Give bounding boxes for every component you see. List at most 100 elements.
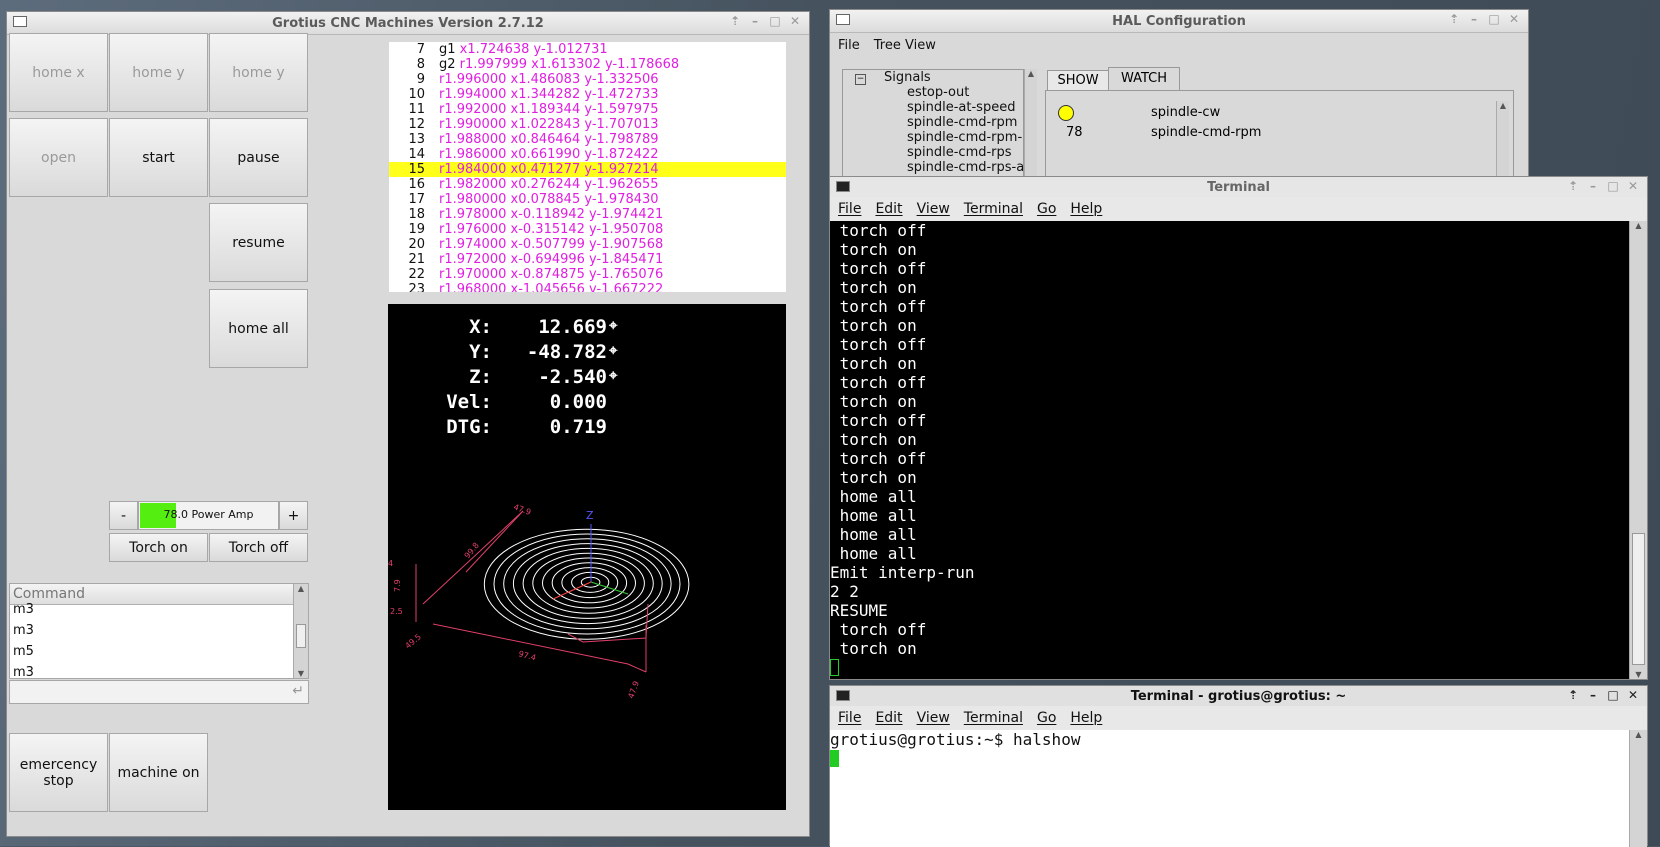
torch-off-button[interactable]: Torch off	[209, 533, 308, 562]
menu-terminal[interactable]: Terminal	[964, 201, 1023, 217]
signal-item[interactable]: spindle-cmd-rpm-abs	[907, 130, 1023, 145]
scroll-up-icon[interactable]: ▲	[1497, 101, 1509, 110]
tree-root[interactable]: − Signals	[843, 70, 1023, 85]
gcode-listing[interactable]: 7 g1 x1.724638 y-1.012731 8 g2 r1.997999 x1…	[389, 42, 786, 292]
hal-tree-scrollbar[interactable]: ▲	[1024, 69, 1037, 181]
menu-edit[interactable]: Edit	[875, 710, 902, 726]
hal-tab-show[interactable]: SHOW	[1047, 70, 1109, 91]
collapse-icon[interactable]: −	[855, 74, 866, 85]
home-x-button[interactable]: home x	[9, 33, 108, 112]
gcode-line[interactable]: 20 r1.974000 x-0.507799 y-1.907568	[389, 237, 786, 252]
gcode-line[interactable]: 8 g2 r1.997999 x1.613302 y-1.178668	[389, 57, 786, 72]
close-icon[interactable]: ✕	[1625, 688, 1641, 702]
menu-go[interactable]: Go	[1037, 201, 1056, 217]
terminal-2-scrollbar[interactable]: ▲	[1629, 730, 1647, 847]
keep-above-icon[interactable]: ⇡	[1565, 179, 1581, 193]
cnc-titlebar[interactable]: Grotius CNC Machines Version 2.7.12 ⇡ – …	[7, 12, 809, 35]
terminal-titlebar[interactable]: Terminal ⇡ – □ ✕	[830, 177, 1647, 197]
list-item[interactable]: m3	[13, 620, 293, 641]
list-item[interactable]: m3	[13, 599, 293, 620]
scroll-up-icon[interactable]: ▲	[1025, 69, 1037, 78]
menu-terminal[interactable]: Terminal	[964, 710, 1023, 726]
scroll-up-icon[interactable]: ▲	[294, 584, 308, 593]
window-menu-icon[interactable]	[13, 16, 27, 27]
emergency-stop-button[interactable]: emercency stop	[9, 733, 108, 812]
close-icon[interactable]: ✕	[1506, 12, 1522, 26]
signal-item[interactable]: spindle-cmd-rpm	[907, 115, 1023, 130]
gcode-line[interactable]: 17 r1.980000 x0.078845 y-1.978430	[389, 192, 786, 207]
scroll-down-icon[interactable]: ▼	[1630, 670, 1647, 679]
list-item[interactable]: m5	[13, 641, 293, 662]
minimize-icon[interactable]: –	[1466, 12, 1482, 26]
hal-tree[interactable]: − Signals estop-out spindle-at-speed spindl…	[842, 69, 1024, 181]
keep-above-icon[interactable]: ⇡	[727, 14, 743, 28]
maximize-icon[interactable]: □	[767, 14, 783, 28]
menu-edit[interactable]: Edit	[875, 201, 902, 217]
signal-item[interactable]: spindle-at-speed	[907, 100, 1023, 115]
maximize-icon[interactable]: □	[1605, 179, 1621, 193]
terminal-2-titlebar[interactable]: Terminal - grotius@grotius: ~ ⇡ – □ ✕	[830, 686, 1647, 706]
menu-view[interactable]: View	[917, 710, 950, 726]
hal-menu-file[interactable]: File	[838, 38, 860, 53]
command-scrollbar[interactable]: ▲ ▼	[293, 584, 308, 678]
terminal-output[interactable]: torch off torch on torch off torch on to…	[830, 221, 1630, 679]
menu-view[interactable]: View	[917, 201, 950, 217]
scroll-thumb[interactable]	[1632, 533, 1645, 665]
gcode-line[interactable]: 9 r1.996000 x1.486083 y-1.332506	[389, 72, 786, 87]
menu-go[interactable]: Go	[1037, 710, 1056, 726]
resume-button[interactable]: resume	[209, 203, 308, 282]
gcode-line[interactable]: 15 r1.984000 x0.471277 y-1.927214	[389, 162, 786, 177]
menu-help[interactable]: Help	[1070, 710, 1102, 726]
terminal-icon[interactable]	[836, 690, 850, 701]
minimize-icon[interactable]: –	[1585, 688, 1601, 702]
gcode-line[interactable]: 16 r1.982000 x0.276244 y-1.962655	[389, 177, 786, 192]
hal-tab-watch[interactable]: WATCH	[1108, 67, 1180, 91]
power-increase-button[interactable]: +	[279, 501, 308, 530]
keep-above-icon[interactable]: ⇡	[1446, 12, 1462, 26]
gcode-line[interactable]: 12 r1.990000 x1.022843 y-1.707013	[389, 117, 786, 132]
signal-item[interactable]: estop-out	[907, 85, 1023, 100]
terminal-2-output[interactable]: grotius@grotius:~$ halshow	[830, 730, 1630, 847]
home-all-button[interactable]: home all	[209, 289, 308, 368]
list-item[interactable]: m3	[13, 662, 293, 678]
gcode-line[interactable]: 7 g1 x1.724638 y-1.012731	[389, 42, 786, 57]
hal-menu-tree-view[interactable]: Tree View	[874, 38, 936, 53]
toolpath-preview[interactable]: X: 12.669 ⌖ Y: -48.782 ⌖ Z: -2.540 ⌖ Vel: 0.000 DTG…	[388, 304, 786, 810]
menu-file[interactable]: File	[838, 201, 861, 217]
hal-titlebar[interactable]: HAL Configuration ⇡ – □ ✕	[830, 10, 1528, 33]
power-decrease-button[interactable]: -	[109, 501, 138, 530]
gcode-line[interactable]: 10 r1.994000 x1.344282 y-1.472733	[389, 87, 786, 102]
maximize-icon[interactable]: □	[1605, 688, 1621, 702]
menu-file[interactable]: File	[838, 710, 861, 726]
gcode-line[interactable]: 21 r1.972000 x-0.694996 y-1.845471	[389, 252, 786, 267]
gcode-line[interactable]: 13 r1.988000 x0.846464 y-1.798789	[389, 132, 786, 147]
keep-above-icon[interactable]: ⇡	[1565, 688, 1581, 702]
minimize-icon[interactable]: –	[1585, 179, 1601, 193]
terminal-scrollbar[interactable]: ▲ ▼	[1629, 221, 1647, 679]
command-input[interactable]: ↵	[9, 680, 309, 704]
close-icon[interactable]: ✕	[787, 14, 803, 28]
gcode-line[interactable]: 22 r1.970000 x-0.874875 y-1.765076	[389, 267, 786, 282]
machine-on-button[interactable]: machine on	[109, 733, 208, 812]
scroll-up-icon[interactable]: ▲	[1630, 730, 1647, 739]
home-y-button[interactable]: home y	[109, 33, 208, 112]
watch-scrollbar[interactable]: ▲	[1496, 101, 1509, 181]
start-button[interactable]: start	[109, 118, 208, 197]
gcode-line[interactable]: 23 r1.968000 x-1.045656 y-1.667222	[389, 282, 786, 292]
minimize-icon[interactable]: –	[747, 14, 763, 28]
power-amp-bar[interactable]: 78.0 Power Amp	[138, 501, 279, 530]
gcode-line[interactable]: 18 r1.978000 x-0.118942 y-1.974421	[389, 207, 786, 222]
gcode-line[interactable]: 19 r1.976000 x-0.315142 y-1.950708	[389, 222, 786, 237]
gcode-line[interactable]: 14 r1.986000 x0.661990 y-1.872422	[389, 147, 786, 162]
enter-icon[interactable]: ↵	[292, 683, 304, 699]
menu-help[interactable]: Help	[1070, 201, 1102, 217]
window-menu-icon[interactable]	[836, 14, 850, 25]
gcode-line[interactable]: 11 r1.992000 x1.189344 y-1.597975	[389, 102, 786, 117]
signal-item[interactable]: spindle-cmd-rps-abs	[907, 160, 1023, 175]
close-icon[interactable]: ✕	[1625, 179, 1641, 193]
signal-item[interactable]: spindle-cmd-rps	[907, 145, 1023, 160]
scroll-thumb[interactable]	[296, 624, 306, 648]
scroll-down-icon[interactable]: ▼	[294, 669, 308, 678]
terminal-icon[interactable]	[836, 181, 850, 192]
scroll-up-icon[interactable]: ▲	[1630, 221, 1647, 230]
